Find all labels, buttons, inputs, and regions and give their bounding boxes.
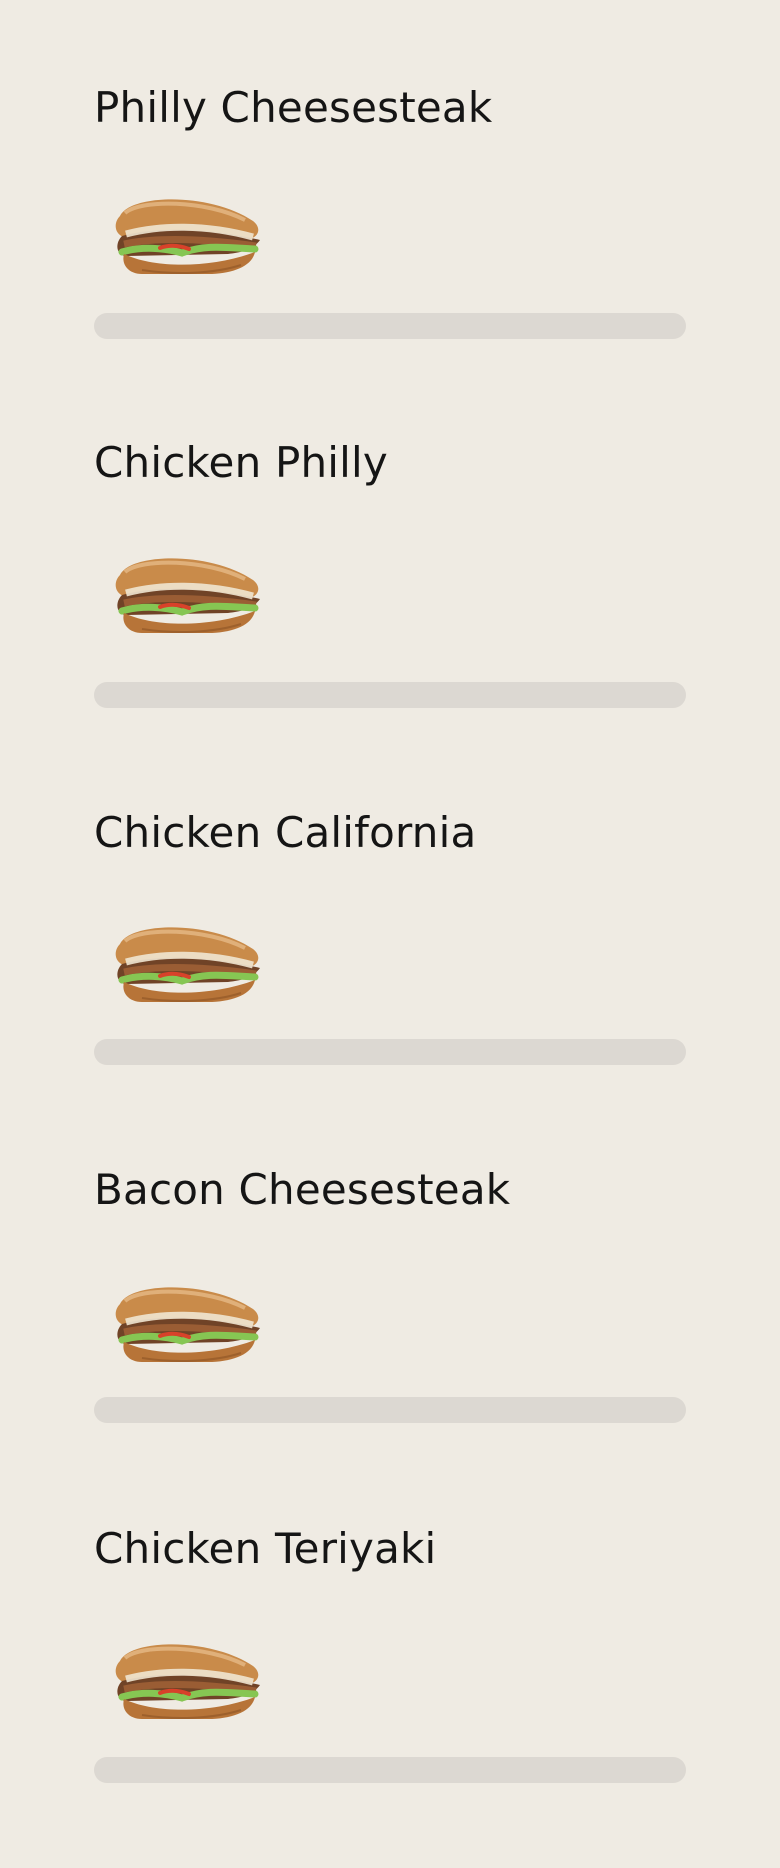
sandwich-image[interactable]: [102, 1274, 266, 1370]
item-loading-bar: [94, 682, 686, 708]
menu-item-philly-cheesesteak[interactable]: Philly Cheesesteak: [94, 78, 686, 348]
item-loading-bar: [94, 1397, 686, 1423]
item-title: Bacon Cheesesteak: [94, 1165, 511, 1214]
item-title: Chicken Philly: [94, 438, 388, 487]
sandwich-image[interactable]: [102, 1631, 266, 1727]
sandwich-image[interactable]: [102, 914, 266, 1010]
menu-list: Philly Cheesesteak Chicken Philly Chicke…: [0, 0, 780, 1868]
sandwich-image[interactable]: [102, 545, 266, 641]
menu-item-chicken-teriyaki[interactable]: Chicken Teriyaki: [94, 1519, 686, 1789]
menu-item-chicken-california[interactable]: Chicken California: [94, 803, 686, 1073]
menu-item-bacon-cheesesteak[interactable]: Bacon Cheesesteak: [94, 1160, 686, 1430]
item-loading-bar: [94, 313, 686, 339]
item-title: Philly Cheesesteak: [94, 83, 493, 132]
item-loading-bar: [94, 1757, 686, 1783]
item-title: Chicken Teriyaki: [94, 1524, 437, 1573]
menu-item-chicken-philly[interactable]: Chicken Philly: [94, 433, 686, 708]
item-loading-bar: [94, 1039, 686, 1065]
item-title: Chicken California: [94, 808, 477, 857]
sandwich-image[interactable]: [102, 186, 266, 282]
